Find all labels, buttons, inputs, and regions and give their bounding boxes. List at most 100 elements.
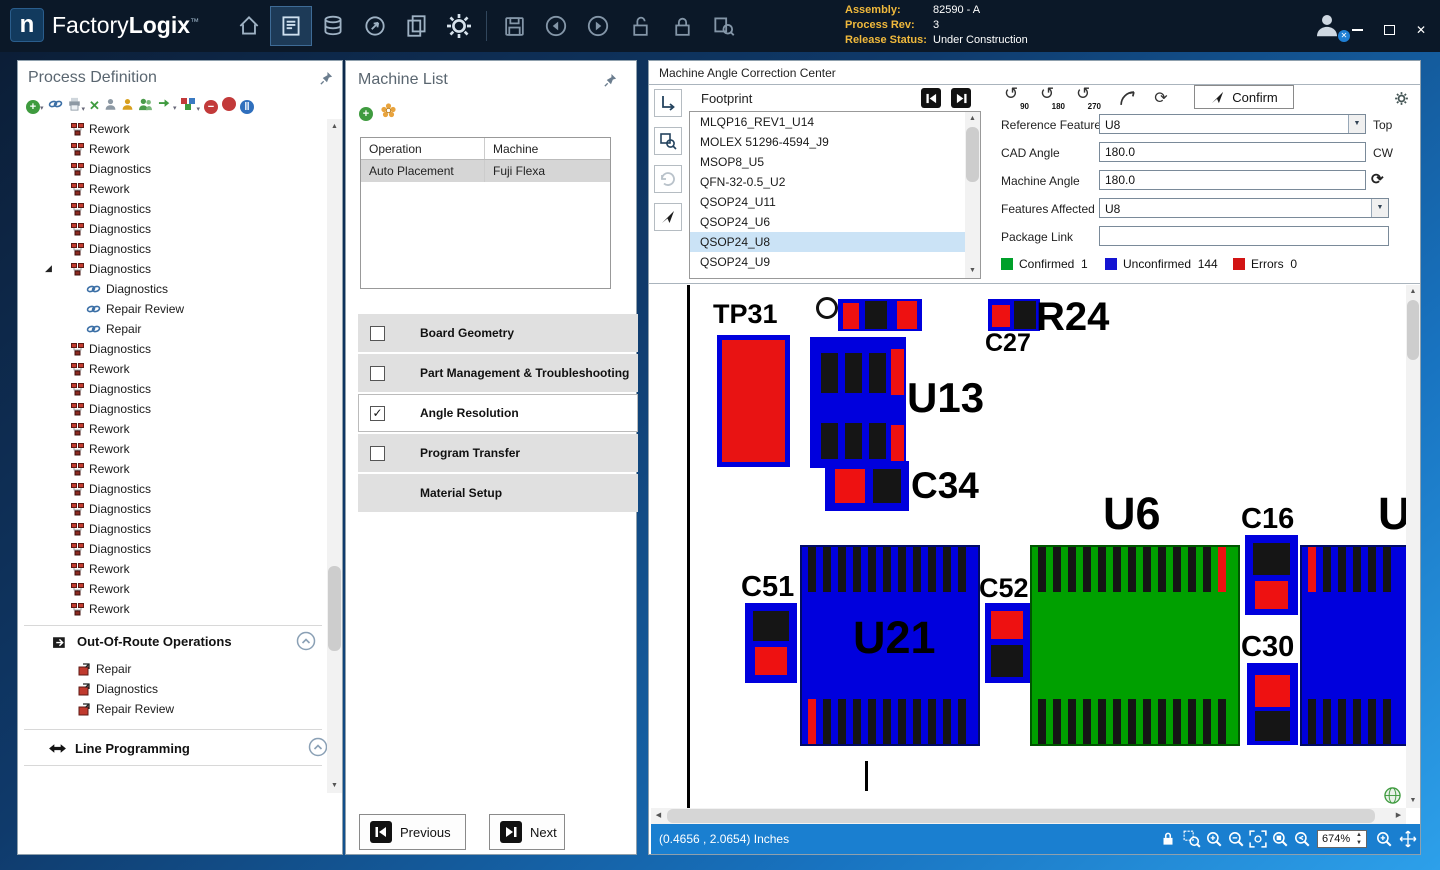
print-button[interactable]: ▾ [67, 97, 86, 116]
zoom-level-input[interactable]: 674% ▲▼ [1317, 830, 1367, 848]
stop-button[interactable] [222, 97, 236, 116]
machine-angle-input[interactable] [1099, 170, 1366, 190]
confirm-button[interactable]: Confirm [1194, 85, 1294, 109]
zoom-selection-button[interactable] [1271, 830, 1289, 848]
tree-item[interactable]: Rework [18, 579, 326, 599]
add-machine-button[interactable]: + [359, 104, 373, 122]
team-button[interactable] [138, 97, 154, 116]
world-view-button[interactable] [1384, 787, 1401, 804]
routing-button[interactable]: ✕ [89, 98, 100, 114]
checkbox[interactable] [370, 366, 385, 381]
checkbox[interactable] [370, 446, 385, 461]
scroll-left-arrow[interactable]: ◀ [651, 808, 666, 824]
footprint-item[interactable]: QFN-32-0.5_U2 [690, 172, 980, 192]
tree-item[interactable]: Repair [18, 659, 326, 679]
collapse-section-button[interactable] [308, 737, 328, 757]
zoom-previous-button[interactable] [1293, 830, 1311, 848]
pcb-horizontal-scrollbar[interactable]: ◀ ▶ [651, 808, 1406, 824]
data-button[interactable] [312, 6, 354, 46]
refresh-angle-button[interactable]: ⟳ [1371, 170, 1384, 188]
tree-item[interactable]: Diagnostics [18, 239, 326, 259]
rotate-90-button[interactable]: ↺90 [1001, 87, 1029, 111]
footprint-item[interactable]: MSOP8_U5 [690, 152, 980, 172]
link-operation-button[interactable] [48, 97, 63, 115]
chevron-down-icon[interactable]: ▼ [1371, 199, 1388, 217]
zoom-window-button[interactable] [1183, 830, 1201, 848]
checklist-item[interactable]: Program Transfer [358, 434, 638, 472]
user-button[interactable]: ✕ [1312, 10, 1348, 42]
tree-item[interactable]: Diagnostics [18, 479, 326, 499]
tree-item[interactable]: Repair Review [18, 299, 326, 319]
approver-button[interactable] [121, 97, 134, 116]
confirm-pin-button[interactable] [654, 203, 682, 231]
collapse-section-button[interactable] [296, 631, 316, 651]
scroll-up-arrow[interactable]: ▲ [1406, 285, 1420, 299]
tree-item[interactable]: Rework [18, 119, 326, 139]
packages-button[interactable]: ▾ [180, 97, 200, 116]
last-footprint-button[interactable] [951, 88, 971, 108]
tree-item[interactable]: Diagnostics [18, 399, 326, 419]
package-link-input[interactable] [1099, 226, 1389, 246]
rotate-180-button[interactable]: ↺180 [1037, 87, 1065, 111]
line-programming-header[interactable]: Line Programming [18, 735, 326, 761]
first-footprint-button[interactable] [921, 88, 941, 108]
rotate-board-button[interactable] [654, 89, 682, 117]
footprint-item[interactable]: MLQP16_REV1_U14 [690, 112, 980, 132]
tree-item[interactable]: Repair Review [18, 699, 326, 719]
checklist-item[interactable]: Board Geometry [358, 314, 638, 352]
tree-item[interactable]: Rework [18, 459, 326, 479]
pan-lock-icon[interactable] [1159, 830, 1177, 848]
checklist-item[interactable]: ✓Angle Resolution [358, 394, 638, 432]
scroll-thumb[interactable] [667, 809, 1375, 823]
footprint-item[interactable]: QSOP24_U11 [690, 192, 980, 212]
settings-gear-button[interactable] [438, 6, 480, 46]
zoom-spinner-arrows[interactable]: ▲▼ [1353, 831, 1365, 847]
inspect-button[interactable] [703, 6, 745, 46]
remove-button[interactable]: − [204, 97, 218, 115]
tree-item[interactable]: Rework [18, 139, 326, 159]
navigate-button[interactable] [354, 6, 396, 46]
tree-item[interactable]: Rework [18, 559, 326, 579]
correction-settings-button[interactable] [1389, 87, 1413, 109]
unlock-button[interactable] [619, 6, 661, 46]
tree-item[interactable]: Rework [18, 439, 326, 459]
scroll-thumb[interactable] [1407, 300, 1419, 360]
scroll-up-arrow[interactable]: ▲ [327, 119, 342, 134]
features-affected-select[interactable]: U8▼ [1099, 198, 1389, 218]
zoom-in-button[interactable] [1205, 830, 1223, 848]
tree-item[interactable]: Rework [18, 419, 326, 439]
next-button[interactable]: Next [489, 814, 565, 850]
cad-angle-input[interactable] [1099, 142, 1366, 162]
machine-settings-button[interactable] [381, 103, 396, 123]
close-button[interactable]: ✕ [1414, 24, 1428, 36]
pin-icon[interactable] [319, 71, 334, 86]
zoom-out-button[interactable] [1227, 830, 1245, 848]
operator-button[interactable] [104, 97, 117, 116]
tree-item[interactable]: Diagnostics [18, 379, 326, 399]
previous-button[interactable]: Previous [359, 814, 466, 850]
tree-item[interactable]: Rework [18, 359, 326, 379]
back-button[interactable] [535, 6, 577, 46]
tree-item[interactable]: Diagnostics [18, 679, 326, 699]
scroll-down-arrow[interactable]: ▼ [327, 778, 342, 793]
checklist-item[interactable]: Part Management & Troubleshooting [358, 354, 638, 392]
checkbox[interactable]: ✓ [370, 406, 385, 421]
rotate-270-button[interactable]: ↺270 [1073, 87, 1101, 111]
tree-item[interactable]: Diagnostics [18, 279, 326, 299]
arc-adjust-button[interactable] [1115, 87, 1139, 109]
machine-table-row[interactable]: Auto Placement Fuji Flexa [361, 160, 610, 182]
column-header[interactable]: Machine [485, 138, 610, 159]
reference-feature-select[interactable]: U8▼ [1099, 114, 1366, 134]
tree-item[interactable]: Diagnostics [18, 339, 326, 359]
documents-button[interactable] [396, 6, 438, 46]
tree-item[interactable]: Rework [18, 599, 326, 619]
maximize-button[interactable] [1382, 24, 1396, 36]
tree-item[interactable]: Diagnostics [18, 219, 326, 239]
collapse-toggle-icon[interactable]: ◢ [45, 263, 52, 274]
tree-item[interactable]: Diagnostics [18, 159, 326, 179]
tree-item[interactable]: Diagnostics [18, 539, 326, 559]
tree-item[interactable]: Diagnostics [18, 199, 326, 219]
scroll-right-arrow[interactable]: ▶ [1391, 808, 1406, 824]
home-button[interactable] [228, 6, 270, 46]
process-editor-button[interactable] [270, 6, 312, 46]
